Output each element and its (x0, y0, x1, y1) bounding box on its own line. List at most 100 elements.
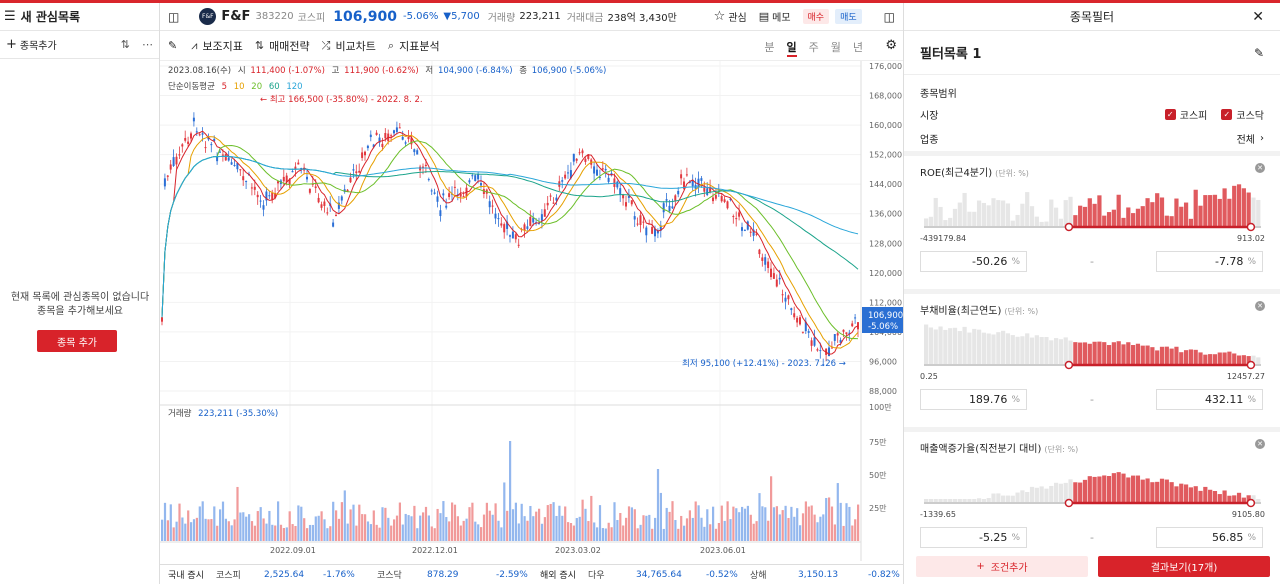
roe-from-input[interactable]: -50.26% (920, 251, 1027, 272)
candle-body (651, 227, 654, 234)
candle-body (700, 178, 703, 181)
candle-body (633, 216, 636, 220)
settings-icon[interactable]: ⚙ (885, 38, 897, 53)
volume-bar (738, 512, 741, 541)
candle-body (364, 151, 366, 156)
histogram-bar (924, 499, 929, 502)
histogram-bar (1256, 199, 1261, 226)
memo-icon[interactable]: ▤ (759, 10, 769, 23)
roe-to-input[interactable]: -7.78% (1156, 251, 1263, 272)
candle-body (784, 297, 787, 302)
star-icon[interactable]: ☆ (714, 9, 726, 24)
histogram-bar (1058, 218, 1064, 226)
histogram-bar (1179, 206, 1184, 226)
roe-histogram[interactable] (904, 156, 1280, 236)
kospi-checkbox[interactable]: ✓ (1164, 109, 1176, 120)
debt-from-input[interactable]: 189.76% (920, 389, 1027, 410)
range-handle-min[interactable] (1064, 222, 1074, 232)
debt-histogram[interactable] (904, 294, 1280, 374)
analysis-tool[interactable]: ⌕ 지표분석 (388, 38, 440, 54)
candle-body (262, 205, 265, 210)
sector-row[interactable]: 업종 전체 › (920, 131, 1264, 146)
panel-toggle-icon[interactable]: ◫ (884, 10, 895, 24)
sort-icon[interactable]: ⇅ (121, 38, 130, 51)
add-stock-link[interactable]: 종목추가 (20, 37, 57, 52)
price-chart[interactable]: 176,000 168,000 160,000 152,000 144,000 136,0… (160, 61, 903, 564)
range-handle-max[interactable] (1246, 222, 1256, 232)
sales-histogram[interactable] (904, 432, 1280, 512)
range-handle-max[interactable] (1246, 360, 1256, 370)
debt-to-input[interactable]: 432.11% (1156, 389, 1263, 410)
histogram-bar (976, 329, 982, 364)
plus-icon[interactable]: + (6, 37, 17, 52)
candle-body (190, 133, 192, 139)
histogram-bar (1102, 342, 1107, 364)
volume-bar (303, 518, 306, 541)
candle-body (172, 157, 175, 166)
candle-body (674, 195, 677, 201)
price-tick: 120,000 (869, 269, 902, 278)
volume-bar (335, 510, 338, 541)
market-item: -0.52% (706, 569, 738, 580)
indicator-tool[interactable]: ⩘ 보조지표 (191, 38, 243, 54)
range-handle-max[interactable] (1246, 498, 1256, 508)
pen-icon[interactable]: ✎ (168, 39, 177, 52)
memo-button[interactable]: 메모 (772, 9, 790, 24)
tab-minute[interactable]: 분 (764, 39, 774, 57)
volume-bar (465, 518, 468, 541)
volume-bar (451, 502, 454, 541)
close-icon[interactable]: ✕ (1252, 9, 1264, 25)
add-condition-button[interactable]: + 조건추가 (916, 556, 1088, 577)
histogram-bar (1053, 207, 1059, 226)
candle-body (184, 138, 187, 141)
volume-bar (833, 524, 836, 541)
range-handle-min[interactable] (1064, 498, 1074, 508)
volume-bar (654, 517, 657, 541)
market-item: 코스닥 (377, 571, 402, 581)
watchlist-header[interactable]: ☰ 새 관심목록 (0, 3, 159, 31)
candle-body (433, 192, 436, 194)
edit-icon[interactable]: ✎ (1254, 46, 1264, 60)
histogram-bar (1053, 482, 1059, 502)
more-icon[interactable]: ⋯ (142, 38, 153, 51)
favorite-button[interactable]: 관심 (728, 9, 746, 24)
histogram-bar (1179, 483, 1184, 502)
tab-week[interactable]: 주 (809, 39, 819, 57)
histogram-bar (948, 328, 953, 364)
candle-body (703, 187, 706, 192)
volume-bar (694, 501, 697, 541)
tab-month[interactable]: 월 (831, 39, 841, 57)
histogram-bar (938, 499, 943, 502)
add-stock-button[interactable]: 종목 추가 (37, 330, 117, 352)
tab-day[interactable]: 일 (786, 39, 797, 57)
sell-button[interactable]: 매도 (835, 9, 862, 24)
buy-button[interactable]: 매수 (802, 9, 830, 24)
compare-tool[interactable]: ⤮ 비교차트 (322, 38, 376, 54)
histogram-bar (981, 332, 986, 364)
histogram-bar (962, 192, 967, 226)
histogram-bar (1126, 477, 1131, 502)
histogram-bar (976, 498, 982, 502)
sidebar-toggle-icon[interactable]: ◫ (168, 10, 179, 24)
range-handle-min[interactable] (1064, 360, 1074, 370)
strategy-tool[interactable]: ⇅ 매매전략 (255, 38, 310, 54)
volume-bar (340, 502, 343, 541)
show-results-button[interactable]: 결과보기(17개) (1098, 556, 1270, 577)
histogram-bar (1140, 206, 1145, 226)
menu-icon[interactable]: ☰ (4, 9, 16, 24)
histogram-bar (1145, 198, 1150, 226)
volume-bar (297, 505, 300, 541)
sales-to-input[interactable]: 56.85% (1156, 527, 1263, 548)
volume-bar (836, 483, 839, 541)
volume-bar (604, 528, 607, 541)
candle-body (619, 188, 622, 195)
kosdaq-checkbox[interactable]: ✓ (1221, 109, 1233, 120)
candle-body (250, 187, 253, 189)
histogram-bar (1087, 198, 1092, 226)
histogram-bar (1135, 343, 1141, 364)
sales-from-input[interactable]: -5.25% (920, 527, 1027, 548)
tab-year[interactable]: 년 (853, 39, 863, 57)
volume-bar (459, 525, 462, 541)
candle-body (349, 177, 352, 183)
roe-min: -439179.84 (920, 234, 967, 243)
